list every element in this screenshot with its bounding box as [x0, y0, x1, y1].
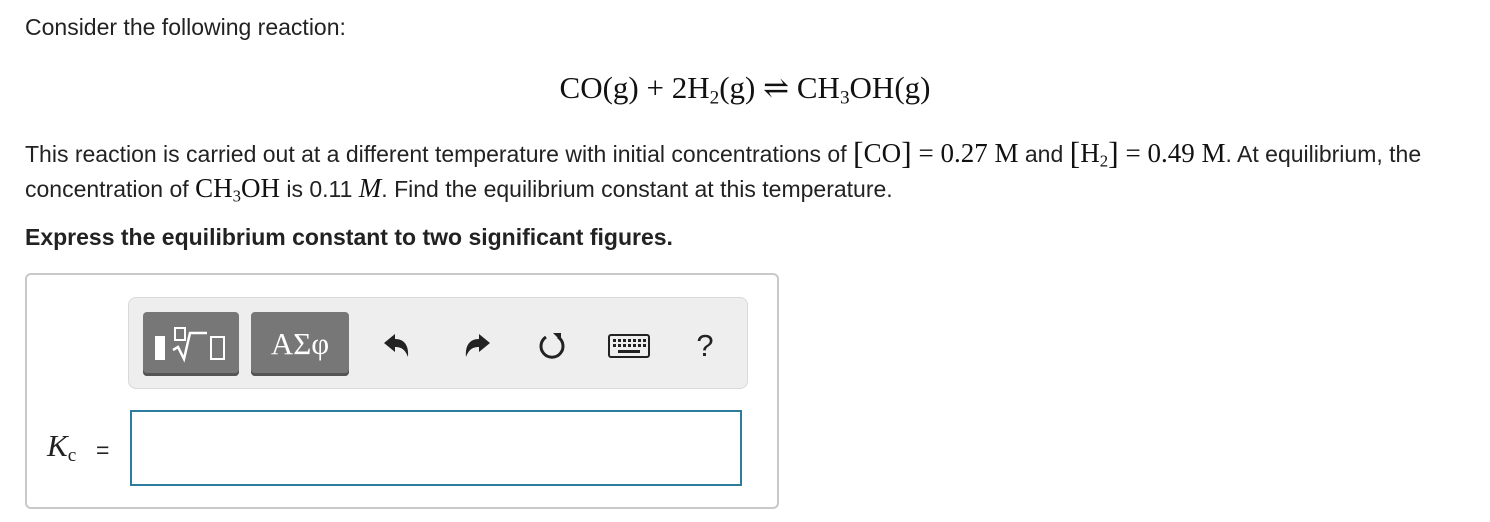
h2-concentration: [H2] = 0.49 M [1069, 135, 1226, 171]
molarity-unit: M [358, 173, 382, 203]
kc-answer-input[interactable] [130, 410, 742, 486]
equals-sign: = [96, 437, 110, 463]
redo-button[interactable] [459, 328, 495, 364]
help-button[interactable]: ? [687, 328, 723, 364]
reset-button[interactable] [534, 328, 570, 364]
product-ch3oh: CH3OH(g) [796, 70, 931, 109]
reactant-h2: 2H2(g) [671, 70, 756, 109]
answer-panel: ΑΣφ ? Kc = [25, 273, 779, 509]
keyboard-icon [608, 334, 650, 358]
keyboard-button[interactable] [607, 328, 651, 364]
symbols-button[interactable]: ΑΣφ [251, 312, 349, 376]
reaction-equation: CO(g) + 2H2(g) ⇌ CH3OH(g) [0, 68, 1490, 108]
templates-sqrt-icon [155, 327, 225, 363]
question-intro: Consider the following reaction: [25, 14, 346, 40]
reset-icon [539, 333, 565, 359]
equilibrium-arrow: ⇌ [763, 70, 790, 105]
co-concentration: [CO] = 0.27 M [853, 135, 1019, 171]
templates-button[interactable] [143, 312, 239, 376]
problem-text: This reaction is carried out at a differ… [25, 135, 1422, 206]
reactant-co: CO(g) [559, 70, 639, 105]
undo-icon [384, 334, 409, 357]
redo-icon [465, 334, 490, 357]
ch3oh-formula: CH3OH [195, 173, 280, 206]
instruction-text: Express the equilibrium constant to two … [25, 224, 673, 250]
kc-label: Kc [47, 428, 77, 466]
plus-sign: + [646, 70, 664, 105]
undo-button[interactable] [379, 328, 415, 364]
math-toolbar: ΑΣφ ? [128, 297, 748, 389]
